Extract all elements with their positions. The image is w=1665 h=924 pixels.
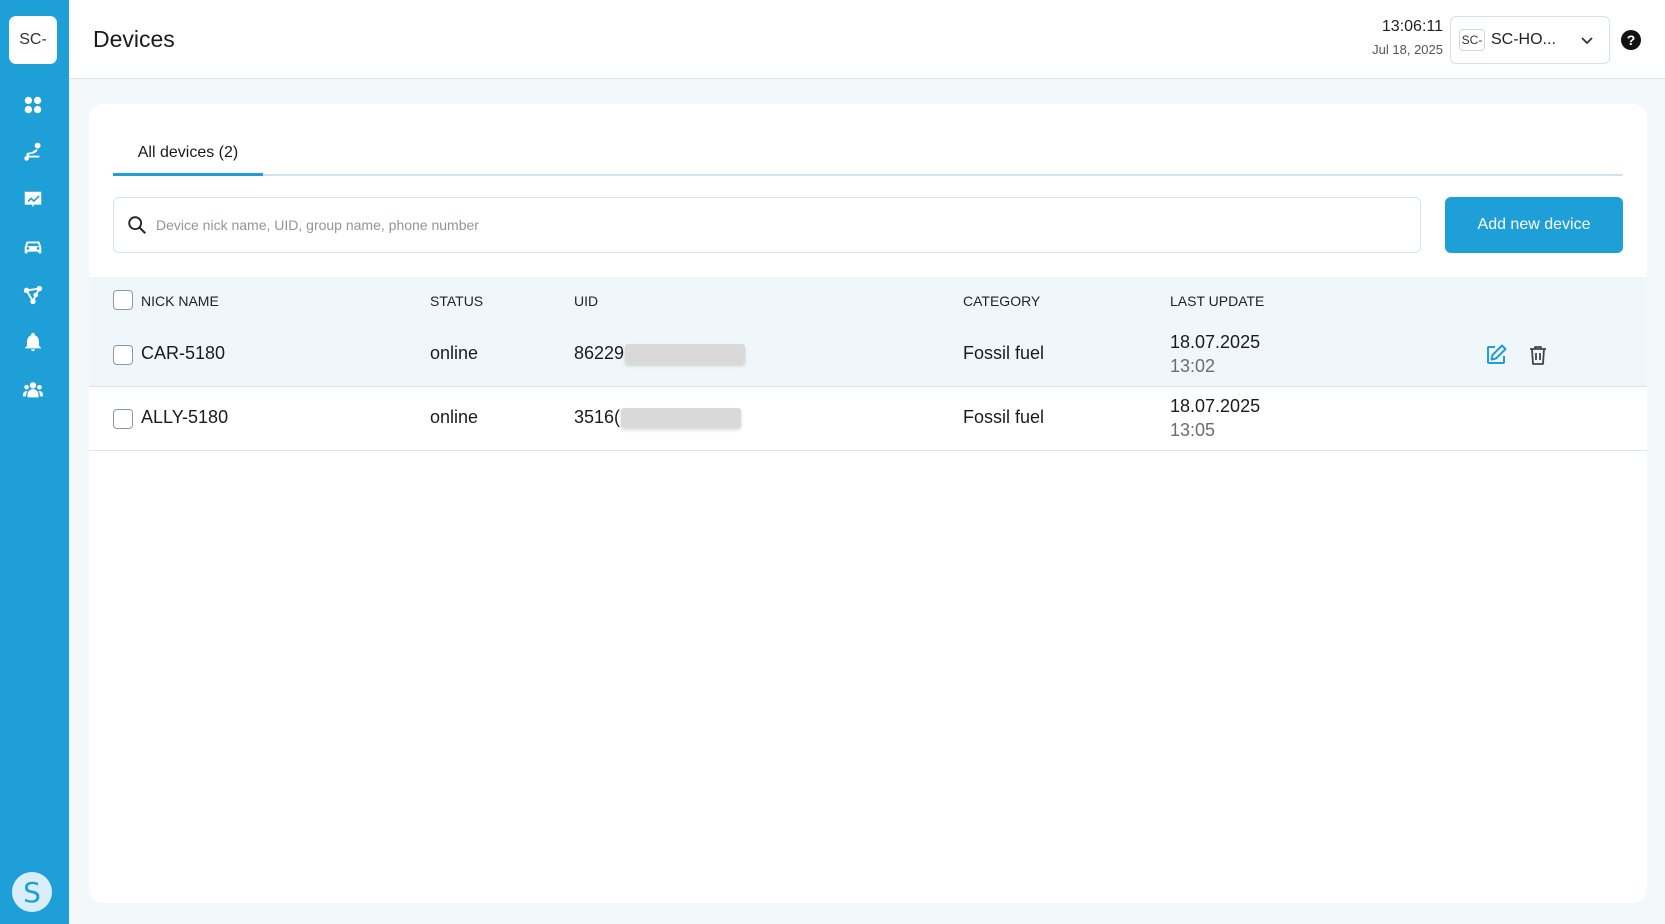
edit-icon[interactable] [1484, 343, 1508, 367]
page-title: Devices [93, 26, 175, 52]
row-checkbox[interactable] [113, 345, 133, 365]
search-box[interactable] [113, 197, 1421, 253]
row-checkbox[interactable] [113, 409, 133, 429]
tab-bar: All devices (2) [113, 140, 1623, 176]
column-category[interactable]: CATEGORY [963, 293, 1040, 309]
account-badge: SC- [1459, 29, 1485, 51]
chevron-down-icon [1581, 37, 1593, 45]
table-row[interactable]: CAR-5180 online 86229 Fossil fuel 18.07.… [89, 323, 1647, 387]
device-nick-name: ALLY-5180 [141, 407, 229, 427]
last-update-date: 18.07.2025 [1170, 332, 1261, 352]
device-nick-name: CAR-5180 [141, 343, 226, 363]
device-category: Fossil fuel [963, 343, 1045, 363]
account-selector[interactable]: SC- SC-HO... [1450, 16, 1610, 64]
column-nick-name[interactable]: NICK NAME [141, 293, 219, 309]
device-status: online [430, 343, 479, 363]
sidebar: SC- S [0, 0, 69, 924]
user-avatar[interactable]: S [12, 872, 52, 912]
column-uid[interactable]: UID [574, 293, 598, 309]
users-icon[interactable] [19, 376, 47, 404]
column-status[interactable]: STATUS [430, 293, 483, 309]
uid-visible-part: 3516( [574, 407, 621, 427]
select-all-checkbox[interactable] [113, 290, 133, 310]
table-header: NICK NAME STATUS UID CATEGORY LAST UPDAT… [89, 277, 1647, 323]
add-new-device-button[interactable]: Add new device [1445, 197, 1623, 253]
last-update-time: 13:02 [1170, 356, 1216, 376]
tab-all-devices[interactable]: All devices (2) [113, 140, 263, 176]
trash-icon[interactable] [1526, 343, 1550, 367]
uid-visible-part: 86229 [574, 343, 625, 363]
routes-icon[interactable] [19, 138, 47, 166]
dashboard-icon[interactable] [19, 91, 47, 119]
uid-redaction [625, 343, 746, 364]
device-uid: 86229 [574, 343, 746, 364]
device-uid: 3516( [574, 407, 742, 428]
clock-time: 13:06:11 [1381, 18, 1443, 35]
clock: 13:06:11 Jul 18, 2025 [1372, 18, 1443, 57]
bell-icon[interactable] [19, 328, 47, 356]
help-icon[interactable]: ? [1621, 30, 1641, 50]
reports-icon[interactable] [19, 186, 47, 214]
app-logo[interactable]: SC- [9, 16, 57, 64]
last-update-time: 13:05 [1170, 420, 1216, 440]
device-category: Fossil fuel [963, 407, 1045, 427]
geofence-icon[interactable] [19, 281, 47, 309]
last-update-date: 18.07.2025 [1170, 396, 1261, 416]
search-icon [128, 216, 146, 234]
device-status: online [430, 407, 479, 427]
top-header: Devices 13:06:11 Jul 18, 2025 SC- SC-HO.… [69, 0, 1665, 79]
devices-card: All devices (2) Add new device NICK NAME… [89, 104, 1647, 903]
clock-date: Jul 18, 2025 [1372, 42, 1443, 57]
table-row[interactable]: ALLY-5180 online 3516( Fossil fuel 18.07… [89, 387, 1647, 451]
uid-redaction [621, 407, 742, 428]
search-input[interactable] [156, 217, 1356, 233]
column-last-update[interactable]: LAST UPDATE [1170, 293, 1264, 309]
account-name: SC-HO... [1491, 31, 1556, 48]
car-icon[interactable] [19, 233, 47, 261]
